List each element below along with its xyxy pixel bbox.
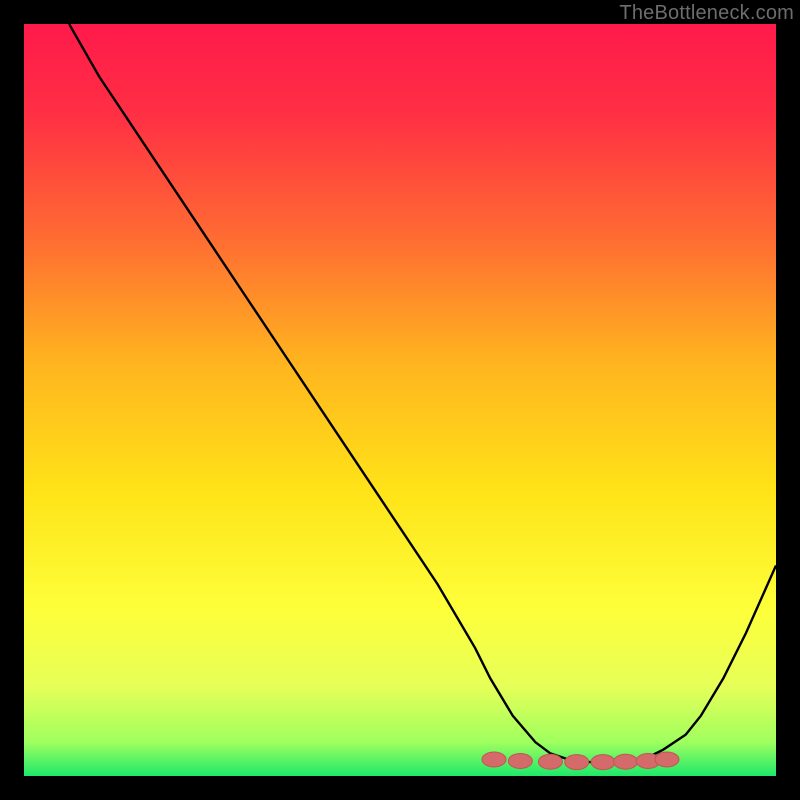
marker-dot: [614, 754, 638, 769]
marker-dot: [591, 755, 615, 770]
marker-dot: [508, 753, 532, 768]
marker-dot: [655, 752, 679, 767]
watermark-text: TheBottleneck.com: [619, 2, 794, 25]
marker-dot: [482, 752, 506, 767]
chart-frame: [24, 24, 776, 776]
marker-dot: [538, 754, 562, 769]
gradient-background: [24, 24, 776, 776]
chart-svg: [24, 24, 776, 776]
marker-dot: [565, 755, 589, 770]
